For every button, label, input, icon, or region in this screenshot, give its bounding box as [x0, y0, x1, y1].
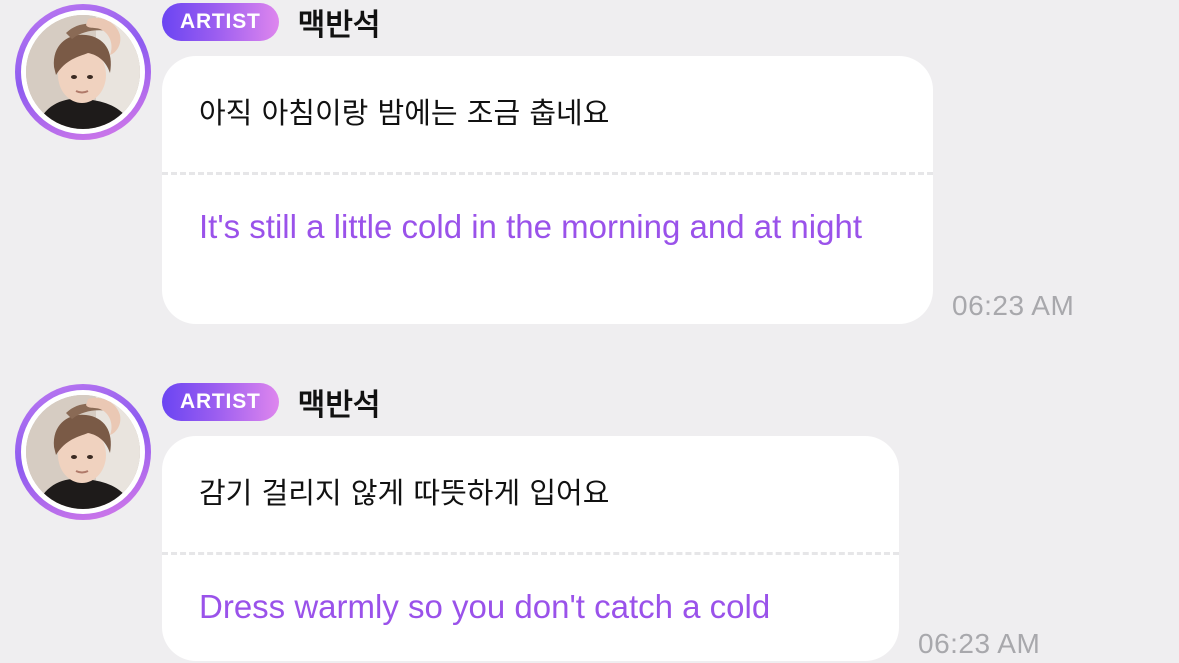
- message-bubble[interactable]: 감기 걸리지 않게 따뜻하게 입어요 Dress warmly so you d…: [162, 436, 899, 661]
- sender-name[interactable]: 맥반석: [298, 0, 381, 44]
- artist-badge: ARTIST: [162, 383, 279, 421]
- translation-divider: [162, 172, 933, 175]
- profile-photo-icon: [26, 15, 140, 129]
- original-text: 감기 걸리지 않게 따뜻하게 입어요: [199, 476, 610, 510]
- artist-badge: ARTIST: [162, 3, 279, 41]
- translated-text: It's still a little cold in the morning …: [199, 208, 862, 245]
- sender-name[interactable]: 맥반석: [298, 380, 381, 424]
- translation-divider: [162, 552, 899, 555]
- message-timestamp: 06:23 AM: [918, 628, 1041, 659]
- translated-text: Dress warmly so you don't catch a cold: [199, 588, 771, 625]
- avatar[interactable]: [15, 384, 151, 520]
- message-timestamp: 06:23 AM: [952, 290, 1075, 321]
- message-header: ARTIST 맥반석: [162, 380, 381, 424]
- chat-thread: ARTIST 맥반석 아직 아침이랑 밤에는 조금 춥네요 It's still…: [0, 0, 1179, 663]
- avatar[interactable]: [15, 4, 151, 140]
- message-bubble[interactable]: 아직 아침이랑 밤에는 조금 춥네요 It's still a little c…: [162, 56, 933, 324]
- original-text: 아직 아침이랑 밤에는 조금 춥네요: [199, 96, 610, 130]
- profile-photo-icon: [26, 395, 140, 509]
- message-header: ARTIST 맥반석: [162, 0, 381, 44]
